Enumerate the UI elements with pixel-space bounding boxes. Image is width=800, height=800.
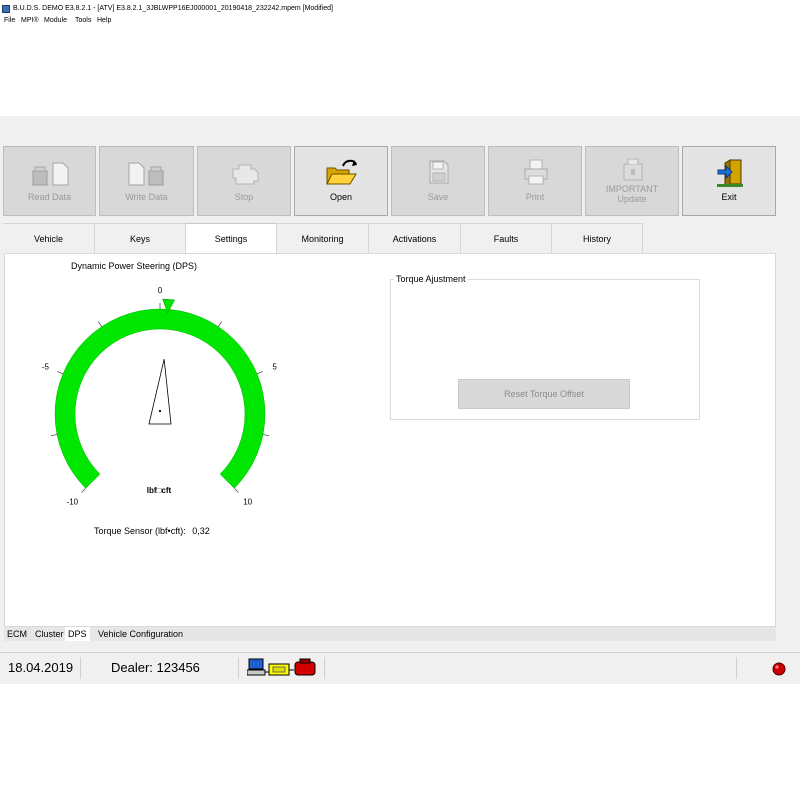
gauge-tick	[51, 434, 58, 437]
dps-gauge: -10 -5 0 5 10 lbf□cft	[42, 286, 277, 507]
important-update-button[interactable]: IMPORTANT Update	[585, 146, 679, 216]
tick-label-neg: -5	[42, 363, 50, 372]
vehicle-module-icon	[294, 658, 316, 676]
menu-help[interactable]: Help	[97, 15, 111, 26]
read-data-label: Read Data	[27, 192, 72, 202]
main-tab-strip: Vehicle Keys Settings Monitoring Activat…	[0, 223, 800, 253]
tab-settings[interactable]: Settings	[186, 223, 277, 253]
title-bar: B.U.D.S. DEMO E3.8.2.1 - [ATV] E3.8.2.1_…	[0, 3, 800, 15]
tab-cluster[interactable]: Cluster	[32, 627, 67, 641]
save-icon	[429, 160, 449, 184]
tick-label-max: 10	[243, 498, 252, 507]
printer-icon	[524, 159, 548, 185]
gauge-tick	[256, 371, 263, 375]
tab-history[interactable]: History	[552, 223, 643, 253]
status-separator	[324, 657, 325, 679]
tick-label-zero: 0	[158, 286, 163, 295]
menu-bar: File MPI® Module Tools Help	[0, 15, 800, 26]
status-separator	[238, 657, 239, 679]
gauge-needle	[148, 359, 172, 425]
gauge-tick	[57, 371, 64, 375]
torque-sensor-label: Torque Sensor (lbf•cft):	[94, 526, 186, 536]
mpi-interface-icon	[268, 663, 290, 676]
exit-button[interactable]: Exit	[682, 146, 776, 216]
read-data-button[interactable]: Read Data	[3, 146, 96, 216]
open-label: Open	[329, 192, 353, 202]
exit-label: Exit	[721, 192, 737, 202]
menu-file[interactable]: File	[4, 15, 15, 26]
write-data-button[interactable]: Write Data	[99, 146, 194, 216]
tab-ecm[interactable]: ECM	[4, 627, 30, 641]
print-label: Print	[525, 192, 545, 202]
write-data-icon	[128, 162, 164, 186]
update-label: Update	[617, 194, 647, 204]
menu-tools[interactable]: Tools	[75, 15, 91, 26]
app-body: Read Data Write Data Stop Open Save Prin…	[0, 116, 800, 684]
computer-icon	[247, 658, 266, 676]
open-folder-icon	[326, 159, 357, 185]
print-button[interactable]: Print	[488, 146, 582, 216]
tick-label-min: -10	[67, 498, 79, 507]
tab-vehicle[interactable]: Vehicle	[3, 223, 95, 253]
engine-icon	[232, 164, 259, 185]
status-indicator-led	[772, 662, 786, 676]
settings-panel: Dynamic Power Steering (DPS) -10 -5 0 5 …	[4, 253, 776, 627]
gauge-unit: lbf□cft	[147, 486, 172, 495]
window-title: B.U.D.S. DEMO E3.8.2.1 - [ATV] E3.8.2.1_…	[13, 5, 333, 12]
gauge-tick	[97, 321, 102, 327]
tab-faults[interactable]: Faults	[461, 223, 552, 253]
module-tab-strip: ECM Cluster DPS Vehicle Configuration	[4, 627, 776, 641]
app-icon	[2, 5, 10, 13]
important-label: IMPORTANT	[605, 184, 659, 194]
torque-sensor-value: 0,32	[192, 526, 210, 536]
save-label: Save	[427, 192, 449, 202]
dealer-number: Dealer: 123456	[111, 660, 200, 675]
status-bar: 18.04.2019 Dealer: 123456	[0, 652, 800, 683]
write-data-label: Write Data	[125, 192, 168, 202]
tick-label-pos: 5	[272, 363, 277, 372]
status-separator	[80, 657, 81, 679]
update-package-icon	[623, 158, 643, 181]
open-button[interactable]: Open	[294, 146, 388, 216]
tab-vehicle-configuration[interactable]: Vehicle Configuration	[95, 627, 186, 641]
status-date: 18.04.2019	[8, 660, 74, 675]
gauge-tick	[218, 321, 223, 327]
torque-sensor-readout: Torque Sensor (lbf•cft): 0,32	[94, 526, 210, 536]
exit-door-icon	[717, 159, 743, 187]
stop-label: Stop	[234, 192, 254, 202]
read-data-icon	[32, 162, 69, 186]
reset-torque-offset-button[interactable]: Reset Torque Offset	[458, 379, 630, 409]
tab-keys[interactable]: Keys	[95, 223, 186, 253]
save-button[interactable]: Save	[391, 146, 485, 216]
gauge-pivot	[158, 409, 162, 413]
tab-dps[interactable]: DPS	[65, 627, 90, 641]
stop-button[interactable]: Stop	[197, 146, 291, 216]
tab-monitoring[interactable]: Monitoring	[277, 223, 369, 253]
gauge-tick	[262, 434, 269, 437]
status-separator	[736, 657, 737, 679]
menu-module[interactable]: Module	[44, 15, 67, 26]
gauge-tick	[81, 487, 87, 493]
menu-mpi[interactable]: MPI®	[21, 15, 39, 26]
torque-adjustment-title: Torque Ajustment	[394, 274, 468, 284]
torque-adjustment-group: Torque Ajustment Reset Torque Offset	[390, 274, 700, 420]
tab-activations[interactable]: Activations	[369, 223, 461, 253]
gauge-tick	[233, 487, 239, 493]
connection-status	[247, 658, 316, 676]
